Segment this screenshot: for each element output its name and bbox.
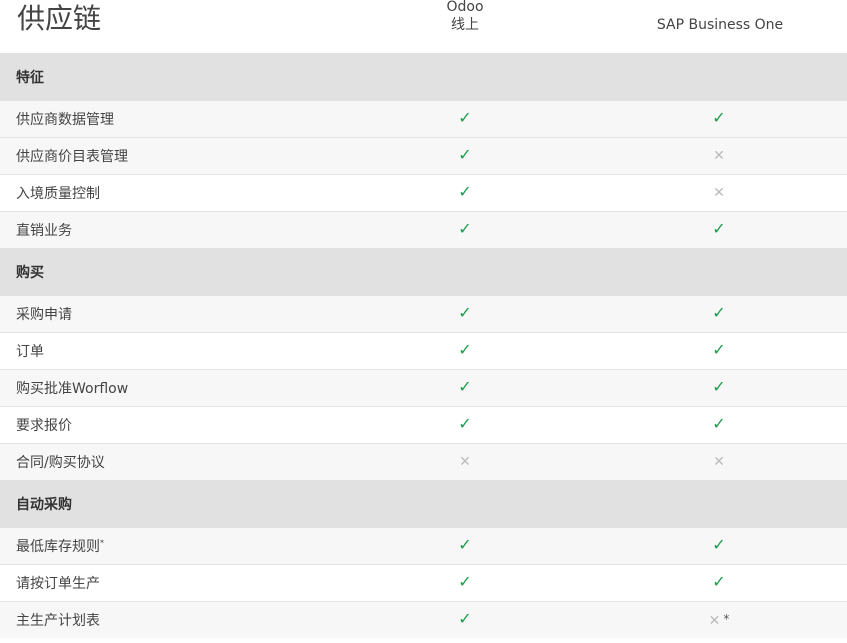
section-header-auto-procurement: 自动采购 <box>0 480 847 528</box>
checkmark-icon: ✓ <box>458 572 472 591</box>
odoo-support-cell: ✓ <box>440 175 490 211</box>
column-header-odoo: Odoo 线上 <box>390 0 540 34</box>
table-row: 购买批准Worflow ✓ ✓ <box>0 370 847 407</box>
page-title: 供应链 <box>17 2 102 35</box>
checkmark-icon: ✓ <box>712 303 726 322</box>
odoo-support-cell: ✓ <box>440 407 490 443</box>
table-row: 订单 ✓ ✓ <box>0 333 847 370</box>
cross-icon: ✕ <box>459 454 471 470</box>
odoo-support-cell: ✓ <box>440 528 490 564</box>
sap-support-cell: ✓ <box>694 212 744 248</box>
feature-label: 订单 <box>16 344 44 360</box>
section-title: 特征 <box>16 70 44 86</box>
feature-text: 最低库存规则 <box>16 539 100 555</box>
table-row: 请按订单生产 ✓ ✓ <box>0 565 847 602</box>
odoo-support-cell: ✓ <box>440 370 490 406</box>
feature-label: 直销业务 <box>16 223 72 239</box>
checkmark-icon: ✓ <box>458 145 472 164</box>
sap-support-cell: ✓ <box>694 101 744 137</box>
feature-label: 入境质量控制 <box>16 186 100 202</box>
feature-label: 请按订单生产 <box>16 576 100 592</box>
feature-label: 供应商价目表管理 <box>16 149 128 165</box>
table-row: 采购申请 ✓ ✓ <box>0 296 847 333</box>
checkmark-icon: ✓ <box>458 219 472 238</box>
checkmark-icon: ✓ <box>458 414 472 433</box>
sap-support-cell: ✓ <box>694 528 744 564</box>
checkmark-icon: ✓ <box>458 377 472 396</box>
section-header-features: 特征 <box>0 53 847 101</box>
table-row: 主生产计划表 ✓ ✕ * <box>0 602 847 638</box>
checkmark-icon: ✓ <box>458 609 472 628</box>
checkmark-icon: ✓ <box>712 572 726 591</box>
feature-label: 采购申请 <box>16 307 72 323</box>
checkmark-icon: ✓ <box>458 182 472 201</box>
checkmark-icon: ✓ <box>712 108 726 127</box>
cross-icon: ✕ <box>713 185 725 201</box>
odoo-support-cell: ✓ <box>440 333 490 369</box>
sap-support-cell: ✓ <box>694 296 744 332</box>
cross-icon: ✕ <box>713 148 725 164</box>
cross-icon: ✕ <box>713 454 725 470</box>
sap-support-cell: ✓ <box>694 333 744 369</box>
section-title: 购买 <box>16 265 44 281</box>
sap-support-cell: ✓ <box>694 407 744 443</box>
table-row: 最低库存规则* ✓ ✓ <box>0 528 847 565</box>
section-header-purchase: 购买 <box>0 248 847 296</box>
feature-label: 主生产计划表 <box>16 613 100 629</box>
column-header-sap: SAP Business One <box>656 17 784 33</box>
table-row: 供应商数据管理 ✓ ✓ <box>0 101 847 138</box>
footnote-marker: * <box>100 538 104 548</box>
feature-label: 合同/购买协议 <box>16 455 105 471</box>
table-row: 合同/购买协议 ✕ ✕ <box>0 444 847 480</box>
column-header-odoo-name: Odoo <box>446 0 484 15</box>
sap-support-cell: ✕ <box>694 175 744 211</box>
sap-support-cell: ✕ <box>694 444 744 480</box>
checkmark-icon: ✓ <box>712 535 726 554</box>
checkmark-icon: ✓ <box>712 219 726 238</box>
checkmark-icon: ✓ <box>712 414 726 433</box>
odoo-support-cell: ✓ <box>440 602 490 638</box>
odoo-support-cell: ✓ <box>440 565 490 601</box>
table-row: 要求报价 ✓ ✓ <box>0 407 847 444</box>
feature-label: 要求报价 <box>16 418 72 434</box>
sap-support-cell: ✕ <box>694 138 744 174</box>
sap-support-cell: ✓ <box>694 565 744 601</box>
odoo-support-cell: ✓ <box>440 138 490 174</box>
checkmark-icon: ✓ <box>712 340 726 359</box>
feature-label: 最低库存规则* <box>16 528 104 566</box>
checkmark-icon: ✓ <box>458 340 472 359</box>
checkmark-icon: ✓ <box>458 108 472 127</box>
checkmark-icon: ✓ <box>458 303 472 322</box>
odoo-support-cell: ✕ <box>440 444 490 480</box>
checkmark-icon: ✓ <box>712 377 726 396</box>
table-header: 供应链 Odoo 线上 SAP Business One <box>0 0 847 53</box>
footnote-marker: * <box>723 612 730 626</box>
column-header-odoo-edition: 线上 <box>451 17 479 33</box>
table-row: 直销业务 ✓ ✓ <box>0 212 847 248</box>
odoo-support-cell: ✓ <box>440 101 490 137</box>
sap-support-cell: ✕ * <box>694 602 744 638</box>
checkmark-icon: ✓ <box>458 535 472 554</box>
cross-icon: ✕ <box>708 613 721 629</box>
odoo-support-cell: ✓ <box>440 296 490 332</box>
sap-support-cell: ✓ <box>694 370 744 406</box>
table-row: 入境质量控制 ✓ ✕ <box>0 175 847 212</box>
feature-label: 供应商数据管理 <box>16 112 114 128</box>
table-row: 供应商价目表管理 ✓ ✕ <box>0 138 847 175</box>
odoo-support-cell: ✓ <box>440 212 490 248</box>
section-title: 自动采购 <box>16 497 72 513</box>
feature-label: 购买批准Worflow <box>16 381 129 397</box>
